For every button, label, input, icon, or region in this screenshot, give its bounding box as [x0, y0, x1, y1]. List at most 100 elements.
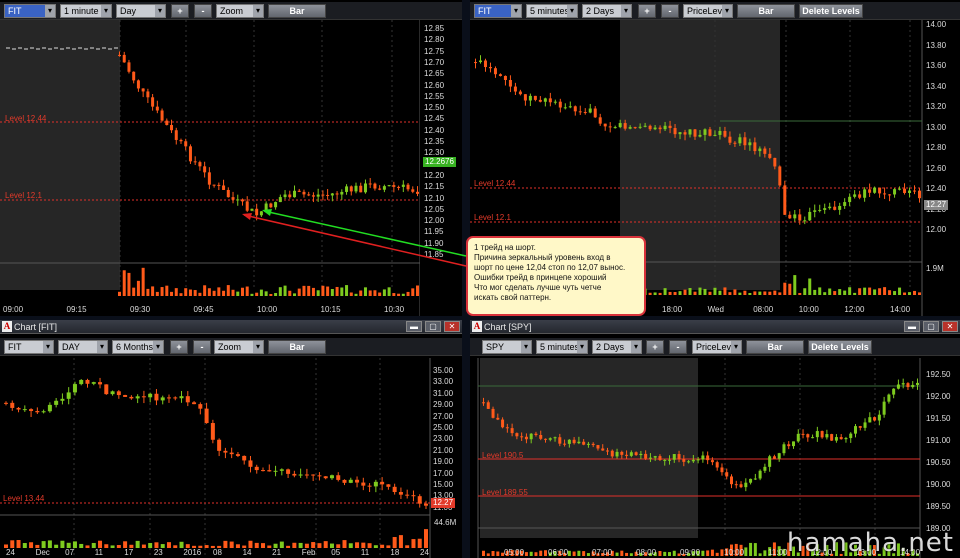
price-tick-label: 11.95: [424, 227, 444, 237]
maximize-icon[interactable]: ▢: [923, 321, 939, 332]
bar-button[interactable]: Bar: [737, 4, 795, 18]
price-tick-label: 12.30: [424, 148, 445, 158]
volume-bar: [223, 540, 228, 548]
zoom-out-button[interactable]: -: [193, 340, 211, 354]
candle-body: [703, 129, 707, 135]
delete-levels-button[interactable]: Delete Levels: [808, 340, 872, 354]
bar-button[interactable]: Bar: [746, 340, 804, 354]
volume-bar: [868, 287, 872, 295]
bar-button[interactable]: Bar: [268, 4, 326, 18]
price-tick-label: 21.00: [433, 445, 454, 455]
zoom-in-button[interactable]: +: [171, 4, 189, 18]
volume-bar: [311, 287, 315, 296]
premarket-shade: [480, 358, 698, 538]
range-select[interactable]: 2 Days: [582, 4, 632, 18]
candle-body: [411, 495, 416, 497]
volume-bar: [524, 552, 528, 556]
toolbar: FIT DAY 6 Months + - Zoom Bar: [0, 338, 462, 356]
volume-bar: [179, 293, 183, 296]
volume-bar: [586, 553, 590, 556]
candle-body: [582, 441, 586, 445]
candle-body: [818, 209, 822, 211]
price-chart[interactable]: [0, 20, 462, 316]
candle-body: [240, 199, 244, 202]
candle-body: [203, 166, 207, 173]
chart-area[interactable]: 35.00 33.00 31.00 29.00 27.00 25.00 23.00 21.00…: [0, 358, 462, 558]
interval-select[interactable]: 5 minutes: [526, 4, 578, 18]
volume-bar: [873, 289, 877, 295]
zoom-in-button[interactable]: +: [170, 340, 188, 354]
minimize-icon[interactable]: ▬: [904, 321, 920, 332]
candle-body: [311, 474, 316, 476]
volume-bar: [813, 289, 817, 295]
maximize-icon[interactable]: ▢: [425, 321, 441, 332]
candle-body: [132, 71, 136, 81]
candle-body: [710, 460, 714, 463]
window-controls: ▬ ▢ ✕: [406, 321, 460, 332]
candle-body: [658, 456, 662, 460]
zoom-in-button[interactable]: +: [646, 340, 664, 354]
note-line: Ошибки трейд в принцепе хороший: [474, 273, 607, 282]
candle-body: [749, 478, 753, 483]
window-titlebar[interactable]: A Chart [FIT] ▬ ▢ ✕: [0, 320, 462, 334]
volume-bar: [823, 292, 827, 295]
symbol-select[interactable]: SPY: [482, 340, 532, 354]
price-tick-label: 12.40: [424, 125, 445, 135]
candle-body: [146, 91, 150, 98]
volume-bar: [818, 287, 822, 295]
interval-select[interactable]: DAY: [58, 340, 108, 354]
candle-body: [620, 451, 624, 455]
close-icon[interactable]: ✕: [942, 321, 958, 332]
symbol-select[interactable]: FIT: [474, 4, 522, 18]
candle-body: [858, 426, 862, 428]
candle-body: [529, 433, 533, 440]
candle-body: [311, 195, 315, 197]
time-tick-label: 09:45: [193, 305, 214, 314]
interval-select[interactable]: 5 minutes: [536, 340, 588, 354]
candle-body: [601, 448, 605, 451]
zoom-out-button[interactable]: -: [194, 4, 212, 18]
zoom-out-button[interactable]: -: [669, 340, 687, 354]
range-select[interactable]: 6 Months: [112, 340, 164, 354]
time-tick-label: 10:00: [257, 305, 278, 314]
toolbar: SPY 5 minutes 2 Days + - PriceLeve Bar D…: [470, 338, 960, 356]
zoom-select[interactable]: Zoom: [216, 4, 264, 18]
volume-bar: [321, 285, 325, 296]
interval-select[interactable]: 1 minute: [60, 4, 112, 18]
symbol-select[interactable]: FIT: [4, 4, 56, 18]
delete-levels-button[interactable]: Delete Levels: [799, 4, 863, 18]
zoom-out-button[interactable]: -: [661, 4, 679, 18]
candle-body: [122, 54, 126, 63]
volume-bar: [663, 288, 667, 295]
candle-body: [104, 384, 109, 395]
zoom-in-button[interactable]: +: [638, 4, 656, 18]
volume-bar: [373, 545, 378, 548]
chart-area[interactable]: 12.85 12.80 12.75 12.70 12.65 12.60 12.55 12.50…: [0, 20, 462, 316]
mode-select[interactable]: PriceLeve: [683, 4, 733, 18]
candle-body: [198, 162, 202, 167]
bar-button[interactable]: Bar: [268, 340, 326, 354]
close-icon[interactable]: ✕: [444, 321, 460, 332]
candle-body: [264, 203, 268, 212]
zoom-select[interactable]: Zoom: [214, 340, 264, 354]
price-chart[interactable]: [0, 358, 462, 558]
volume-bar: [10, 540, 15, 548]
range-select[interactable]: 2 Days: [592, 340, 642, 354]
candle-body: [151, 97, 155, 107]
candle-body: [524, 436, 528, 440]
volume-bar: [259, 289, 263, 296]
volume-bar: [723, 287, 727, 295]
candle-body: [192, 402, 197, 405]
volume-bar: [828, 288, 832, 295]
candle-body: [486, 402, 490, 409]
volume-bar: [672, 550, 676, 556]
candle-body: [478, 60, 482, 63]
mode-select[interactable]: PriceLeve: [692, 340, 742, 354]
level-label-121: Level 12.1: [5, 191, 42, 200]
window-titlebar[interactable]: A Chart [SPY] ▬ ▢ ✕: [470, 320, 960, 334]
symbol-select[interactable]: FIT: [4, 340, 54, 354]
candle-body: [608, 126, 612, 128]
minimize-icon[interactable]: ▬: [406, 321, 422, 332]
candle-body: [534, 433, 538, 435]
range-select[interactable]: Day: [116, 4, 166, 18]
